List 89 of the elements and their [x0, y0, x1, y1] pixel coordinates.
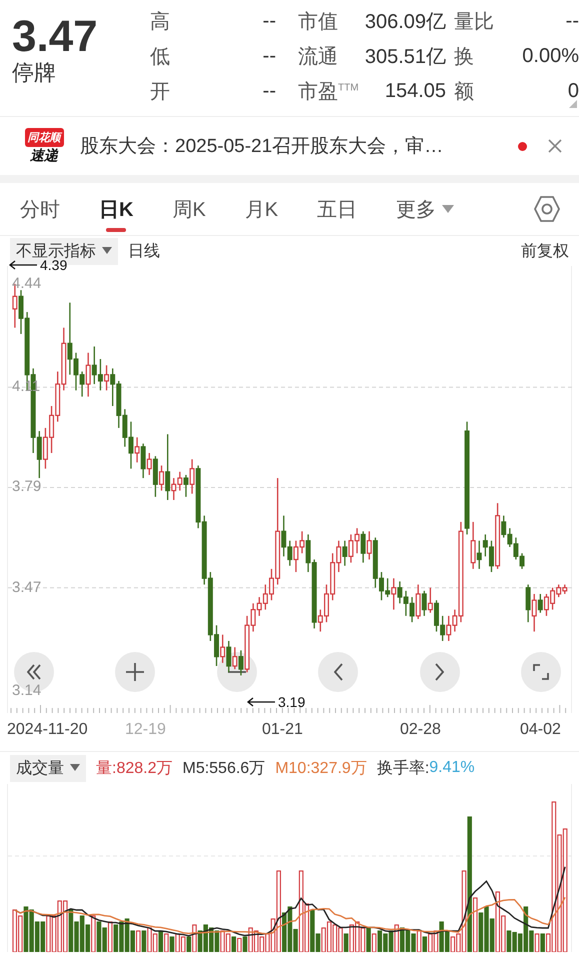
- stat-value: 305.51亿: [364, 45, 446, 70]
- chevron-right-icon: [435, 663, 444, 681]
- candlestick: [183, 474, 188, 498]
- chart-control-button[interactable]: [115, 652, 156, 692]
- period-tab[interactable]: 周K: [172, 183, 206, 235]
- stat-label: 高: [150, 10, 171, 35]
- chart-control-button[interactable]: [520, 652, 561, 692]
- candlestick: [526, 584, 531, 623]
- date-axis-label: 01-21: [262, 721, 303, 739]
- corners-icon: [532, 664, 549, 680]
- candlestick: [220, 634, 226, 664]
- date-axis-label: 02-28: [400, 721, 441, 739]
- logo-text: 速递: [30, 146, 58, 164]
- candlestick: [416, 584, 421, 620]
- volume-legend-value: M5:556.6万: [182, 758, 266, 778]
- candlestick: [360, 530, 366, 564]
- date-axis-label: 04-02: [520, 721, 561, 739]
- candlestick: [86, 352, 91, 398]
- candlestick: [532, 593, 537, 632]
- candlestick: [165, 434, 170, 501]
- news-headline[interactable]: 股东大会：2025-05-21召开股东大会，审…: [80, 133, 510, 159]
- candlestick: [476, 540, 482, 570]
- stat-label: 换: [453, 45, 475, 70]
- period-tab[interactable]: 月K: [244, 183, 278, 235]
- date-axis-label: 12-19: [125, 721, 166, 739]
- date-axis-label: 2024-11-20: [7, 721, 88, 739]
- period-tab[interactable]: 日K: [99, 183, 134, 235]
- stat-value: 0.00%: [522, 45, 579, 68]
- chart-control-button[interactable]: [420, 652, 460, 692]
- candlestick: [159, 464, 164, 492]
- close-icon[interactable]: [547, 138, 563, 154]
- volume-legend-value: M10:327.9万: [275, 758, 367, 778]
- stat-label: 额: [453, 80, 475, 105]
- candlestick: [391, 578, 396, 610]
- candlestick: [238, 650, 244, 676]
- candlestick: [428, 587, 433, 614]
- period-tab[interactable]: 分时: [20, 183, 60, 235]
- stat-value: --: [566, 10, 579, 33]
- stat-value: 306.09亿: [364, 10, 446, 35]
- plus-icon: [126, 663, 144, 681]
- adjust-toggle[interactable]: 前复权: [521, 240, 569, 262]
- turnover-value: 9.41%: [429, 759, 475, 777]
- stat-label: 流通: [297, 45, 339, 70]
- left-arrow-icon: [8, 260, 38, 270]
- trading-status: 停牌: [12, 60, 57, 86]
- candlestick: [342, 540, 348, 566]
- candlestick: [366, 530, 372, 560]
- candlestick: [422, 590, 427, 617]
- caret-down-icon: [70, 764, 80, 772]
- turnover-label: 换手率:: [376, 758, 430, 778]
- double-chevron-left-icon: [27, 664, 41, 680]
- price-axis-label: 3.14: [12, 683, 42, 700]
- candlestick: [538, 593, 543, 614]
- period-label: 日线: [128, 242, 160, 262]
- stat-label: 低: [150, 45, 171, 70]
- stat-value: --: [262, 80, 276, 103]
- left-arrow-icon: [246, 697, 276, 707]
- candlestick: [146, 452, 152, 476]
- stat-value: 0: [568, 80, 579, 103]
- candlestick: [232, 646, 238, 670]
- stat-label: 市值: [297, 10, 339, 35]
- period-tab[interactable]: 更多: [396, 183, 454, 235]
- corner-triangle-icon: [569, 100, 577, 108]
- caret-down-icon: [102, 247, 112, 255]
- candlestick: [470, 521, 476, 570]
- stat-label: 市盈$^{TTM}$: [297, 80, 360, 105]
- stat-label: 开: [150, 80, 171, 105]
- stat-label: 量比: [453, 10, 495, 35]
- candlestick: [134, 436, 140, 464]
- chevron-left-icon: [334, 663, 343, 681]
- candlestick: [104, 364, 110, 392]
- stat-value: --: [262, 45, 276, 68]
- price-axis-label: 4.44: [12, 276, 42, 292]
- price-value: 3.47: [12, 14, 99, 60]
- logo-badge: 同花顺: [24, 128, 64, 146]
- settings-icon[interactable]: [533, 195, 561, 223]
- minus-icon: [228, 671, 246, 673]
- volume-dropdown[interactable]: 成交量: [10, 754, 86, 782]
- price-marker: 3.19: [278, 694, 306, 710]
- price-axis-label: 3.47: [12, 580, 42, 596]
- volume-legend-value: 量:828.2万: [96, 758, 172, 778]
- chart-control-button[interactable]: [318, 652, 358, 692]
- stat-value: --: [262, 10, 276, 33]
- stat-value: 154.05: [384, 80, 446, 103]
- candlestick: [190, 458, 195, 494]
- price-axis-label: 3.79: [12, 479, 42, 496]
- period-tab[interactable]: 五日: [317, 183, 358, 235]
- candlestick: [226, 640, 232, 673]
- candlestick: [140, 442, 146, 479]
